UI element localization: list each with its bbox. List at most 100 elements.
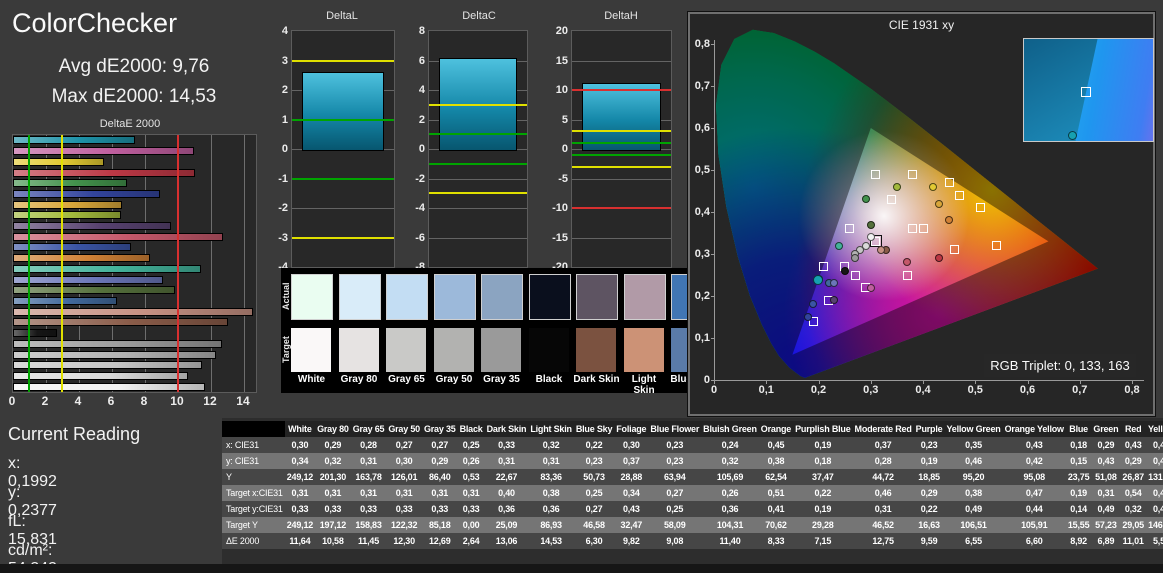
cie-y-tickmark [711,338,715,339]
table-cell: 50,73 [573,469,615,485]
table-cell: 11,45 [350,533,387,549]
table-cell: 12,30 [386,533,422,549]
table-cell: 0,43 [1120,437,1146,453]
cie-target-square-magenta [902,270,912,280]
cie-target-square-light-skin [908,224,918,234]
cie-target-square-foliage [887,194,897,204]
table-cell: 0,44 [1002,501,1066,517]
table-cell: 0,19 [793,437,853,453]
table-cell: 249,12 [284,469,316,485]
table-cell: 0,31 [350,453,387,469]
delta-axis-label: 8 [418,25,425,37]
bar-x-tick: 4 [74,394,82,408]
bar-x-tick: 6 [107,394,115,408]
table-row-target-y-cie31: Target y:CIE31 0,33 0,33 0,33 0,33 0,33 0,33 0,… [222,501,1163,517]
delta-error-box [582,82,661,151]
table-cell: 8,92 [1065,533,1092,549]
delta-gridline [292,208,394,209]
column-header-purplish-blue: Purplish Blue [793,421,853,437]
table-cell: 0,42 [1145,437,1163,453]
table-cell: 0,38 [944,485,1003,501]
cie-target-square-orange [975,203,985,213]
cie-measured-dot-red [934,254,943,263]
table-corner-cell [222,421,285,437]
table-cell: 6,30 [573,533,615,549]
delta-axis-label: -2 [278,202,288,214]
table-cell: 146,89 [1145,517,1163,533]
table-cell: 0,30 [614,437,649,453]
table-cell: 0,30 [386,453,422,469]
table-cell: 0,36 [528,501,574,517]
cie-y-tickmark [711,380,715,381]
table-cell: 9,08 [648,533,702,549]
delta-gridline [429,208,527,209]
table-cell: 0,32 [701,453,759,469]
table-cell: 0,24 [701,437,759,453]
cie-x-tick-label: 0,5 [967,384,983,396]
column-header-blue-flower: Blue Flower [648,421,702,437]
table-cell: 0,49 [1091,501,1121,517]
table-cell: 0,23 [648,437,702,453]
table-cell: 63,94 [648,469,702,485]
cie-y-axis [714,40,715,381]
delta-axis-label: 0 [281,143,288,155]
delta-axis-label: 4 [418,84,425,96]
table-cell: 9,59 [913,533,945,549]
table-cell: 163,78 [350,469,387,485]
cie-target-square-cyan [819,262,829,272]
column-header-yellow: Yellow [1145,421,1163,437]
table-cell: 6,55 [944,533,1003,549]
table-cell: 0,27 [573,501,615,517]
table-cell: 0,18 [793,453,853,469]
table-cell: 46,58 [573,517,615,533]
delta-axis-label: 1 [281,113,288,126]
cie-target-square-moderate-red [949,245,959,255]
table-cell: 0,42 [1002,453,1066,469]
table-cell: 12,75 [852,533,914,549]
column-header-purple: Purple [913,421,945,437]
bar-reference-line [28,135,31,392]
table-cell: 0,46 [1145,453,1163,469]
target-swatch-dark-skin [576,328,616,372]
table-row--e-2000: ΔE 2000 11,64 10,58 11,45 12,30 12,69 2,64 13,0… [222,533,1163,549]
table-cell: 0,32 [528,437,574,453]
cie-measured-dot-black [840,266,849,275]
table-cell: 0,46 [944,453,1003,469]
colorchecker-report: ColorChecker Avg dE2000: 9,76 Max dE2000… [0,0,1163,573]
delta-axis-label: -3 [278,231,288,244]
cie-y-tickmark [711,44,715,45]
target-swatch-gray-50 [433,328,474,372]
table-cell: 0,31 [315,485,351,501]
actual-swatch-gray-35 [481,274,523,320]
de2000-bar-gray-80 [13,371,188,380]
table-cell: 37,47 [793,469,853,485]
delta-axis-label: 0 [418,143,425,155]
column-header-blue: Blue [1065,421,1092,437]
swatch-name: White [297,374,326,385]
actual-swatch-gray-50 [433,274,476,320]
target-swatch-gray-65 [386,328,426,372]
actual-swatch-blue-sky [671,274,688,320]
table-cell: 0,47 [1002,485,1066,501]
delta-reference-line [572,142,671,145]
table-cell: 0,25 [457,437,485,453]
table-cell: 2,64 [457,533,485,549]
table-cell: 126,01 [386,469,422,485]
table-cell: 0,22 [573,437,615,453]
cie-y-tick-label: 0,6 [694,122,710,134]
table-cell: 0,31 [1091,485,1121,501]
table-cell: 0,41 [758,501,794,517]
table-cell: 0,35 [944,437,1003,453]
column-header-moderate-red: Moderate Red [852,421,914,437]
cie-y-tickmark [711,212,715,213]
delta-reference-line [292,118,394,121]
de2000-bar-light-skin [13,307,253,316]
bottom-divider [0,564,1163,573]
bar-x-tick: 14 [236,394,250,408]
table-cell: 0,31 [457,485,485,501]
delta-gridline [429,237,527,239]
delta-reference-line [429,133,527,136]
table-cell: 18,85 [913,469,945,485]
table-cell: 201,30 [315,469,351,485]
cie-measured-dot-yellow-green [892,182,901,191]
